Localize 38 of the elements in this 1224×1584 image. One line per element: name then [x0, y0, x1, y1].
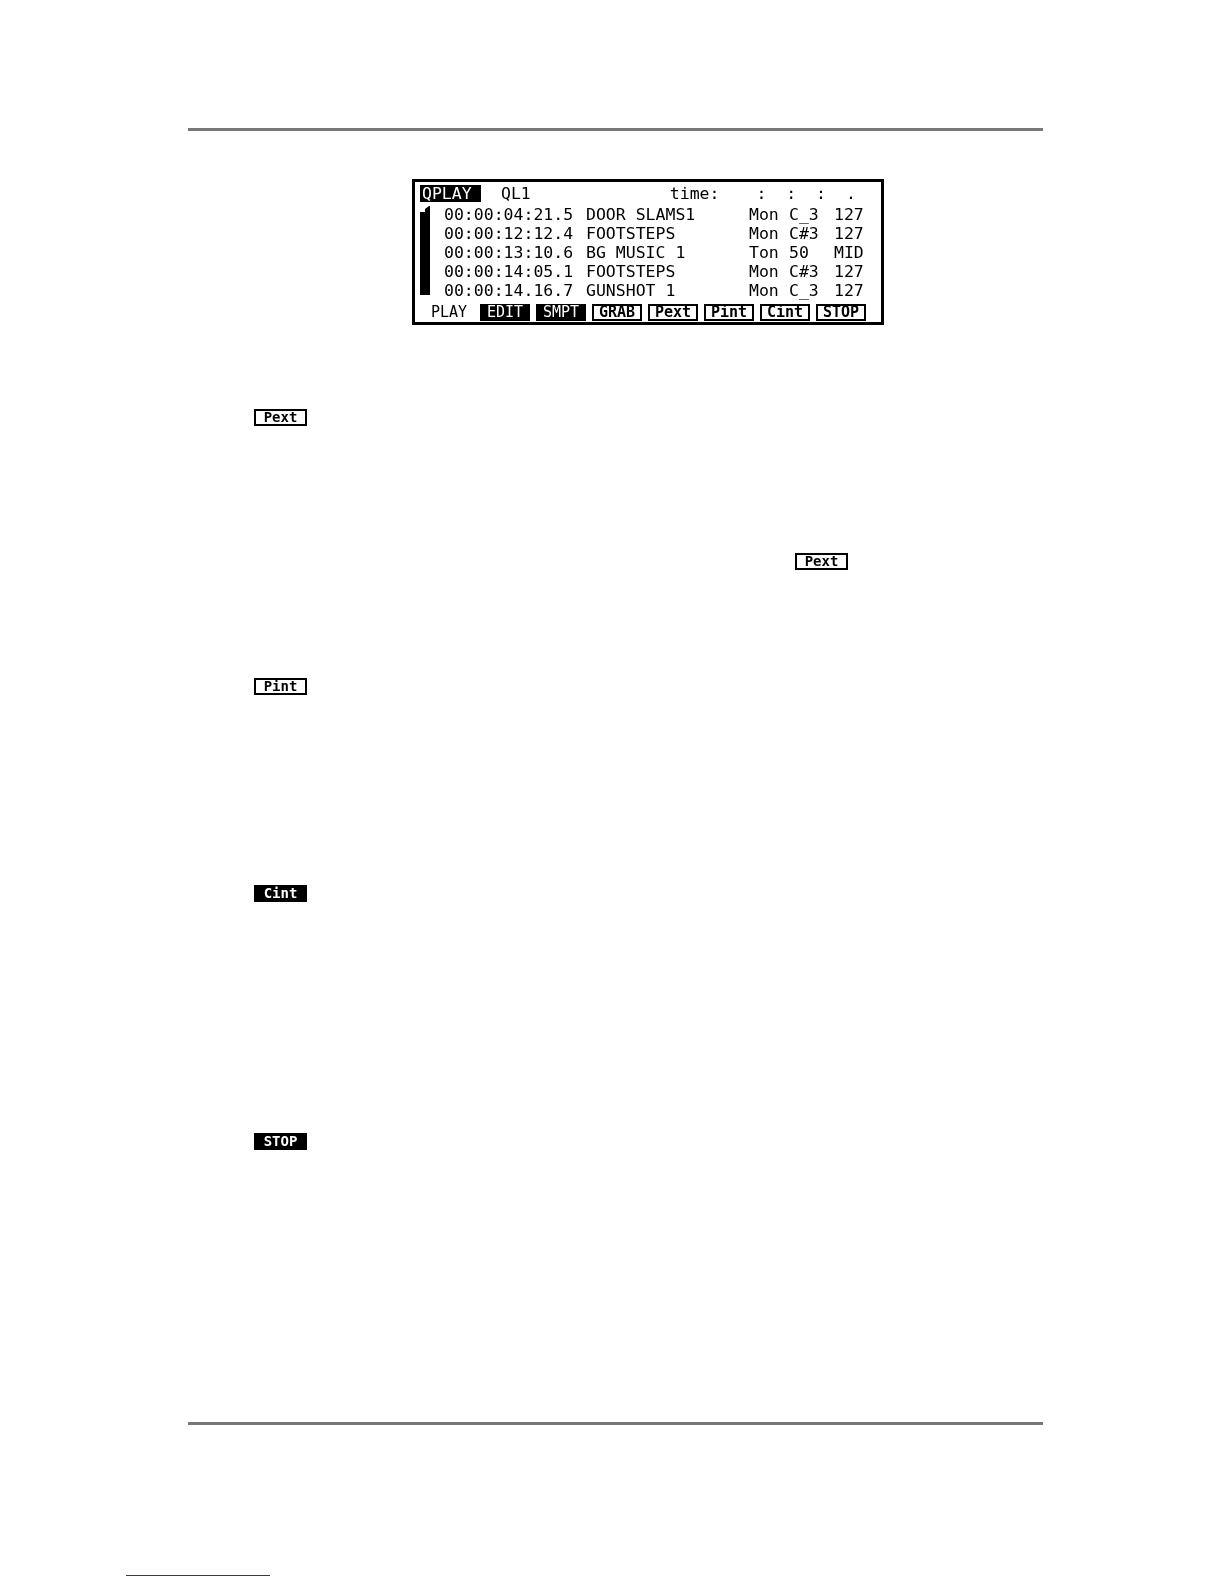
event-name: GUNSHOT 1 [586, 281, 677, 300]
timecode: 00:00:12:12.4 [444, 224, 575, 243]
mode-label: QPLAY [420, 185, 481, 202]
soft-key[interactable]: SMPT [536, 304, 586, 321]
event-type: Mon [749, 262, 780, 281]
key-label: STOP [254, 1133, 307, 1150]
event-note: C#3 [789, 224, 820, 243]
event-type: Mon [749, 281, 780, 300]
event-note: 50 [789, 243, 810, 262]
time-value: : : : . [756, 185, 856, 202]
event-type: Mon [749, 224, 780, 243]
event-type: Mon [749, 205, 780, 224]
soft-key[interactable]: Cint [760, 304, 810, 321]
key-label: Cint [254, 885, 307, 902]
event-note: C_3 [789, 205, 820, 224]
event-name: FOOTSTEPS [586, 262, 677, 281]
timecode: 00:00:13:10.6 [444, 243, 575, 262]
soft-key[interactable]: EDIT [480, 304, 530, 321]
time-label: time: [669, 185, 720, 202]
event-note: C#3 [789, 262, 820, 281]
key-label: Pint [254, 678, 307, 695]
timecode: 00:00:14.16.7 [444, 281, 575, 300]
event-note: C_3 [789, 281, 820, 300]
soft-key[interactable]: Pext [648, 304, 698, 321]
event-value: 127 [834, 281, 865, 300]
timecode: 00:00:04:21.5 [444, 205, 575, 224]
event-value: 127 [834, 205, 865, 224]
event-name: FOOTSTEPS [586, 224, 677, 243]
event-type: Ton [749, 243, 780, 262]
event-name: BG MUSIC 1 [586, 243, 687, 262]
event-value: 127 [834, 224, 865, 243]
list-label: QL1 [501, 185, 531, 202]
timecode: 00:00:14:05.1 [444, 262, 575, 281]
event-value: 127 [834, 262, 865, 281]
key-label: Pext [254, 409, 307, 426]
key-label: Pext [795, 553, 848, 570]
event-name: DOOR SLAMS1 [586, 205, 697, 224]
event-value: MID [834, 243, 865, 262]
